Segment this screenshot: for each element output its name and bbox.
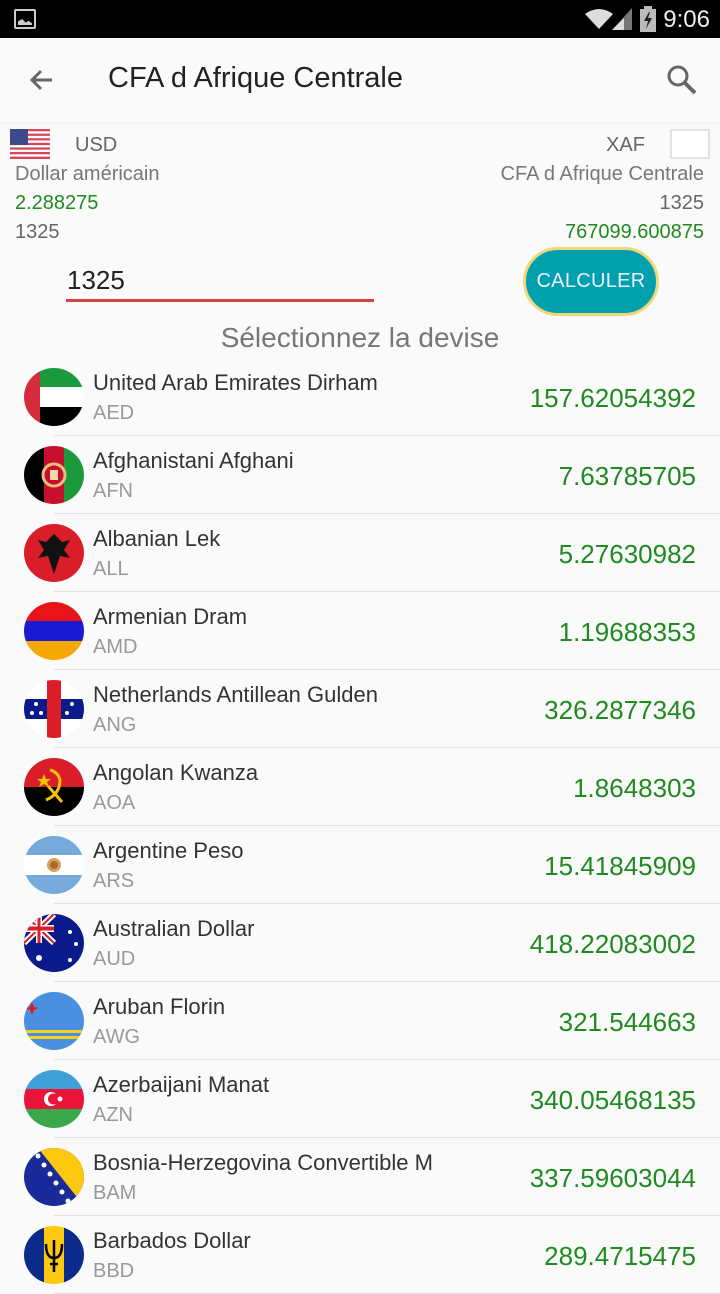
currency-value: 321.544663 — [558, 1007, 696, 1037]
currency-list[interactable]: United Arab Emirates Dirham AED 157.6205… — [0, 358, 720, 1294]
currency-name: Azerbaijani Manat — [93, 1072, 270, 1097]
currency-value: 157.62054392 — [529, 383, 696, 413]
amount-input[interactable] — [66, 262, 374, 302]
currency-name: Angolan Kwanza — [93, 760, 259, 785]
xaf-flag-icon — [670, 129, 710, 159]
currency-name: Netherlands Antillean Gulden — [93, 682, 378, 707]
currency-row[interactable]: Australian Dollar AUD 418.22083002 — [0, 904, 720, 982]
currency-code: ANG — [93, 714, 137, 736]
currency-value: 289.4715475 — [544, 1241, 696, 1271]
clock: 9:06 — [663, 6, 710, 33]
aruba-flag-icon — [24, 992, 84, 1050]
currency-code: AUD — [93, 948, 136, 970]
albania-flag-icon — [24, 524, 84, 582]
currency-row[interactable]: Albanian Lek ALL 5.27630982 — [0, 514, 720, 592]
afghanistan-flag-icon — [24, 446, 84, 504]
currency-code: AFN — [93, 480, 133, 502]
netherlands-antilles-flag-icon — [24, 680, 84, 738]
page-title: CFA d Afrique Centrale — [108, 62, 403, 94]
currency-name: Barbados Dollar — [93, 1228, 251, 1253]
currency-name: Argentine Peso — [93, 838, 244, 863]
to-currency-amount: 1325 — [659, 192, 705, 214]
currency-value: 1.8648303 — [573, 773, 696, 803]
wifi-icon — [585, 9, 613, 29]
uae-flag-icon — [24, 368, 84, 426]
currency-name: Bosnia-Herzegovina Convertible M — [93, 1150, 433, 1175]
usa-flag-icon — [10, 129, 50, 159]
signal-icon — [612, 8, 632, 30]
currency-row[interactable]: Armenian Dram AMD 1.19688353 — [0, 592, 720, 670]
currency-code: AOA — [93, 792, 136, 814]
currency-row[interactable]: United Arab Emirates Dirham AED 157.6205… — [0, 358, 720, 436]
currency-row[interactable]: Angolan Kwanza AOA 1.8648303 — [0, 748, 720, 826]
from-currency-code: USD — [75, 134, 118, 156]
currency-value: 340.05468135 — [529, 1085, 696, 1115]
currency-code: AMD — [93, 636, 138, 658]
currency-code: ALL — [93, 558, 129, 580]
currency-value: 326.2877346 — [544, 695, 696, 725]
gallery-icon — [14, 9, 36, 29]
from-currency-name: Dollar américain — [15, 163, 160, 185]
armenia-flag-icon — [24, 602, 84, 660]
app-bar: CFA d Afrique Centrale — [0, 38, 720, 122]
australia-flag-icon — [24, 914, 84, 972]
currency-code: AED — [93, 402, 135, 424]
calculate-button[interactable]: CALCULER — [523, 247, 659, 316]
status-bar: 9:06 — [0, 0, 720, 38]
currency-row[interactable]: Bosnia-Herzegovina Convertible M BAM 337… — [0, 1138, 720, 1216]
currency-row[interactable]: Barbados Dollar BBD 289.4715475 — [0, 1216, 720, 1294]
currency-code: BAM — [93, 1182, 137, 1204]
currency-value: 1.19688353 — [558, 617, 696, 647]
currency-value: 7.63785705 — [558, 461, 696, 491]
currency-code: AZN — [93, 1104, 133, 1126]
search-icon[interactable] — [664, 62, 700, 98]
barbados-flag-icon — [24, 1226, 84, 1284]
battery-charging-icon — [640, 6, 656, 32]
currency-row[interactable]: Afghanistani Afghani AFN 7.63785705 — [0, 436, 720, 514]
currency-name: Aruban Florin — [93, 994, 226, 1019]
currency-value: 418.22083002 — [529, 929, 696, 959]
currency-code: ARS — [93, 870, 135, 892]
currency-value: 337.59603044 — [529, 1163, 696, 1193]
currency-row[interactable]: Netherlands Antillean Gulden ANG 326.287… — [0, 670, 720, 748]
arrow-left-icon[interactable] — [24, 62, 60, 98]
section-title: Sélectionnez la devise — [220, 322, 500, 353]
from-currency-rate: 2.288275 — [15, 192, 99, 214]
currency-row[interactable]: Argentine Peso ARS 15.41845909 — [0, 826, 720, 904]
bosnia-flag-icon — [24, 1148, 84, 1206]
angola-flag-icon — [24, 758, 84, 816]
currency-name: Afghanistani Afghani — [93, 448, 294, 473]
argentina-flag-icon — [24, 836, 84, 894]
conversion-result: 767099.600875 — [564, 221, 704, 243]
from-currency-amount: 1325 — [15, 221, 60, 243]
currency-name: United Arab Emirates Dirham — [93, 370, 378, 395]
currency-value: 15.41845909 — [544, 851, 696, 881]
currency-code: AWG — [93, 1026, 141, 1048]
to-currency-code: XAF — [606, 134, 645, 156]
azerbaijan-flag-icon — [24, 1070, 84, 1128]
to-currency-name: CFA d Afrique Centrale — [500, 163, 704, 185]
currency-row[interactable]: Azerbaijani Manat AZN 340.05468135 — [0, 1060, 720, 1138]
currency-value: 5.27630982 — [558, 539, 696, 569]
currency-row[interactable]: Aruban Florin AWG 321.544663 — [0, 982, 720, 1060]
currency-name: Armenian Dram — [93, 604, 248, 629]
currency-name: Australian Dollar — [93, 916, 255, 941]
currency-name: Albanian Lek — [93, 526, 221, 551]
